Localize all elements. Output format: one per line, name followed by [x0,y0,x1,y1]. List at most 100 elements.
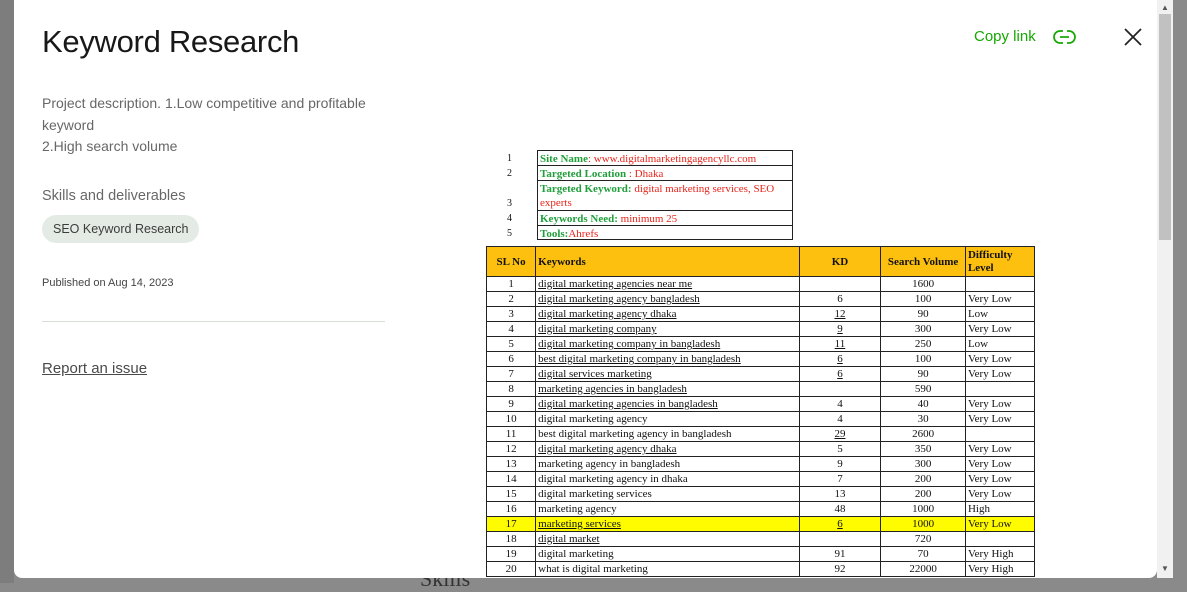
info-row-number: 2 [507,168,512,179]
cell-sl-no: 6 [485,351,537,367]
info-row-number: 3 [507,198,512,209]
scroll-down-arrow-icon[interactable]: ▼ [1161,564,1169,573]
cell-keyword: digital marketing agency bangladesh [535,291,800,307]
cell-keyword: digital marketing agency in dhaka [535,471,800,487]
info-row: 5 Tools:Ahrefs [464,225,1044,240]
cell-keyword: digital marketing agency dhaka [535,306,800,322]
cell-sl-no: 2 [485,291,537,307]
cell-kd: 5 [798,441,882,457]
cell-kd [798,276,882,292]
cell-difficulty: Very Low [964,366,1036,382]
cell-keyword: marketing agency [535,501,800,517]
cell-keyword: digital marketing agency [535,411,800,427]
cell-search-volume: 720 [880,531,966,547]
cell-difficulty: Very Low [964,396,1036,412]
project-description: Project description. 1.Low competitive a… [42,93,392,158]
info-label: Keywords Need: [540,213,618,225]
cell-difficulty: Low [964,336,1036,352]
table-row: 7 digital services marketing 6 90 Very Low [485,366,1036,382]
cell-kd: 7 [798,471,882,487]
cell-sl-no: 18 [485,531,537,547]
cell-search-volume: 100 [880,351,966,367]
cell-difficulty: Very Low [964,441,1036,457]
cell-kd: 6 [798,351,882,367]
cell-difficulty: Very Low [964,411,1036,427]
cell-search-volume: 40 [880,396,966,412]
table-row: 3 digital marketing agency dhaka 12 90 Low [485,306,1036,322]
cell-difficulty: Very Low [964,321,1036,337]
cell-difficulty: Very High [964,561,1036,577]
cell-kd: 9 [798,456,882,472]
cell-sl-no: 1 [485,276,537,292]
keyword-table: SL No Keywords KD Search Volume Difficul… [485,246,1036,577]
info-cell: Targeted Location : Dhaka [537,165,793,180]
cell-kd [798,381,882,397]
divider [42,321,385,322]
header-keywords: Keywords [535,246,800,277]
cell-search-volume: 300 [880,456,966,472]
cell-keyword: marketing services [535,516,800,532]
document-image: 1 Site Name: www.digitalmarketingagencyl… [464,150,1044,577]
cell-search-volume: 350 [880,441,966,457]
cell-keyword: digital marketing company in bangladesh [535,336,800,352]
table-row: 9 digital marketing agencies in banglades… [485,396,1036,412]
table-row: 1 digital marketing agencies near me 1600 [485,276,1036,292]
cell-keyword: digital marketing [535,546,800,562]
info-block: 1 Site Name: www.digitalmarketingagencyl… [464,150,1044,240]
info-row-number: 4 [507,213,512,224]
cell-sl-no: 5 [485,336,537,352]
close-icon[interactable] [1122,26,1144,48]
scroll-up-arrow-icon[interactable]: ▲ [1161,3,1169,12]
cell-search-volume: 1000 [880,501,966,517]
info-label: Tools: [540,228,569,240]
cell-difficulty [964,426,1036,442]
info-value: Ahrefs [568,228,599,240]
table-row: 13 marketing agency in bangladesh 9 300 Very… [485,456,1036,472]
cell-keyword: digital services marketing [535,366,800,382]
cell-keyword: digital marketing agencies in bangladesh [535,396,800,412]
cell-search-volume: 200 [880,486,966,502]
link-icon[interactable] [1052,28,1078,46]
info-cell: Tools:Ahrefs [537,225,793,240]
cell-kd: 6 [798,291,882,307]
table-header-row: SL No Keywords KD Search Volume Difficul… [485,246,1036,277]
info-cell: Site Name: www.digitalmarketingagencyllc… [537,150,793,165]
copy-link-button[interactable]: Copy link [974,28,1036,45]
skills-heading: Skills and deliverables [42,188,186,204]
report-issue-link[interactable]: Report an issue [42,360,147,377]
cell-keyword: marketing agency in bangladesh [535,456,800,472]
cell-search-volume: 300 [880,321,966,337]
cell-keyword: marketing agencies in bangladesh [535,381,800,397]
cell-kd: 92 [798,561,882,577]
cell-sl-no: 19 [485,546,537,562]
cell-difficulty: Very Low [964,471,1036,487]
page-title: Keyword Research [42,24,300,59]
table-row: 15 digital marketing services 13 200 Very Lo… [485,486,1036,502]
cell-difficulty [964,381,1036,397]
info-row: 2 Targeted Location : Dhaka [464,165,1044,180]
table-row: 4 digital marketing company 9 300 Very Low [485,321,1036,337]
table-row: 11 best digital marketing agency in bangl… [485,426,1036,442]
table-row: 8 marketing agencies in bangladesh 590 [485,381,1036,397]
cell-keyword: digital marketing agency dhaka [535,441,800,457]
scrollbar-thumb[interactable] [1159,14,1171,240]
skill-chip[interactable]: SEO Keyword Research [42,215,200,243]
table-row: 10 digital marketing agency 4 30 Very Low [485,411,1036,427]
info-label: Site Name [540,153,588,165]
info-label: Targeted Keyword: [540,183,632,195]
cell-search-volume: 70 [880,546,966,562]
cell-kd: 29 [798,426,882,442]
info-sep: : [626,168,635,180]
cell-sl-no: 16 [485,501,537,517]
cell-keyword: digital market [535,531,800,547]
table-row: 18 digital market 720 [485,531,1036,547]
table-row: 16 marketing agency 48 1000 High [485,501,1036,517]
cell-sl-no: 14 [485,471,537,487]
header-difficulty-level: Difficulty Level [964,246,1036,277]
info-cell: Targeted Keyword: digital marketing serv… [537,180,793,210]
description-line-2: 2.High search volume [42,138,178,154]
cell-sl-no: 12 [485,441,537,457]
header-kd: KD [798,246,882,277]
cell-kd: 91 [798,546,882,562]
info-value: www.digitalmarketingagencyllc.com [593,153,757,165]
